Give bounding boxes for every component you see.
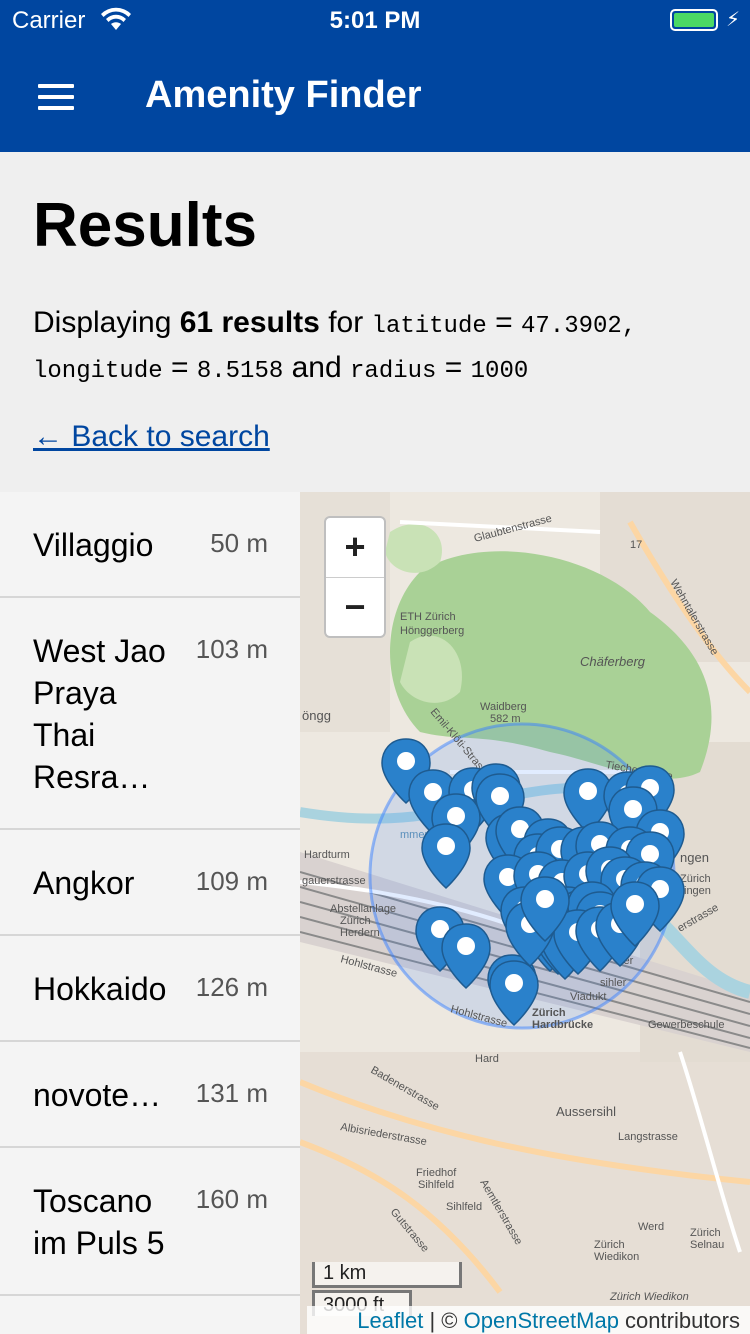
zoom-in-button[interactable]: + (326, 518, 384, 578)
leaflet-link[interactable]: Leaflet (357, 1308, 423, 1333)
list-item[interactable]: Villaggio 50 m (0, 492, 300, 598)
map-label: Hönggerberg (400, 625, 464, 637)
map-label: Zürich (532, 1007, 566, 1019)
result-distance: 131 m (195, 1078, 268, 1108)
map-label: Sihlfeld (418, 1179, 454, 1191)
result-name: Angkor (33, 865, 135, 901)
map-label: Zürich (690, 1227, 721, 1239)
map-label: öngg (302, 708, 331, 723)
radius-value: 1000 (470, 358, 529, 385)
map-label: Hardturm (304, 849, 350, 861)
scale-metric: 1 km (312, 1262, 462, 1288)
menu-icon[interactable] (38, 84, 74, 110)
map-label: Herdern (340, 927, 380, 939)
battery-icon (670, 9, 718, 31)
result-name: novote… (33, 1077, 162, 1113)
map-label: Hard (475, 1053, 499, 1065)
map-label: Zürich (594, 1239, 625, 1251)
list-item[interactable]: novote… 131 m (0, 1042, 300, 1148)
map-label: ETH Zürich (400, 611, 456, 623)
map-label: Zürich (340, 915, 371, 927)
longitude-value: 8.5158 (196, 358, 284, 385)
map-attribution: Leaflet | © OpenStreetMap contributors (307, 1306, 750, 1334)
list-item[interactable]: Hokkaido 126 m (0, 936, 300, 1042)
clock: 5:01 PM (329, 7, 421, 34)
map-label: Zürich Wiedikon (609, 1291, 689, 1303)
result-name: West Jao Praya Thai Resra… (33, 633, 166, 795)
status-bar: Carrier 5:01 PM ⚡ (0, 0, 750, 40)
result-distance: 160 m (195, 1184, 268, 1214)
map-label: Wiedikon (594, 1251, 639, 1263)
map-label: Abstellanlage (330, 903, 396, 915)
map-label: Waidberg (480, 701, 527, 713)
map-label: Chäferberg (580, 654, 646, 669)
result-name: Toscano im Puls 5 (33, 1183, 165, 1261)
list-item[interactable]: West Jao Praya Thai Resra… 103 m (0, 598, 300, 830)
map-label: Viadukt (570, 991, 607, 1003)
map-label: Langstrasse (618, 1131, 678, 1143)
result-name: Hokkaido (33, 971, 167, 1007)
result-distance: 126 m (195, 972, 268, 1002)
map-label: sihler (600, 977, 627, 989)
zoom-out-button[interactable]: − (326, 578, 384, 636)
map-label: 582 m (490, 713, 521, 725)
list-item[interactable]: Toscano im Puls 5 160 m (0, 1148, 300, 1296)
map-label: Werd (638, 1221, 664, 1233)
result-distance: 103 m (195, 634, 268, 664)
map-label: gauerstrasse (302, 875, 366, 887)
charging-icon: ⚡ (725, 9, 740, 31)
map-label: Hardbrücke (532, 1019, 593, 1031)
app-bar: Amenity Finder (0, 40, 750, 152)
map-label: Aussersihl (556, 1104, 616, 1119)
back-to-search-link[interactable]: ← Back to search (33, 420, 270, 454)
map-label: Friedhof (416, 1167, 457, 1179)
map-label: ngen (680, 850, 709, 865)
result-name: Villaggio (33, 527, 154, 563)
zoom-control: + − (324, 516, 386, 638)
map-label: Selnau (690, 1239, 724, 1251)
result-count: 61 results (179, 306, 320, 339)
map-label: Gewerbeschule (648, 1019, 724, 1031)
app-title: Amenity Finder (145, 74, 422, 116)
result-distance: 109 m (195, 866, 268, 896)
results-summary: Displaying 61 results for latitude = 47.… (33, 306, 637, 385)
osm-link[interactable]: OpenStreetMap (464, 1308, 619, 1333)
map-label: Zürich (680, 873, 711, 885)
results-header: Results Displaying 61 results for latitu… (0, 152, 750, 492)
map-label: ingen (684, 885, 711, 897)
page-title: Results (33, 191, 257, 260)
map[interactable]: Glaubtenstrasse ETH Zürich Hönggerberg C… (300, 492, 750, 1334)
results-list: Villaggio 50 m West Jao Praya Thai Resra… (0, 492, 300, 1334)
list-item[interactable]: Angkor 109 m (0, 830, 300, 936)
map-label: 17 (630, 539, 642, 551)
result-distance: 50 m (210, 528, 268, 558)
latitude-value: 47.3902 (520, 313, 622, 340)
map-label: Sihlfeld (446, 1201, 482, 1213)
